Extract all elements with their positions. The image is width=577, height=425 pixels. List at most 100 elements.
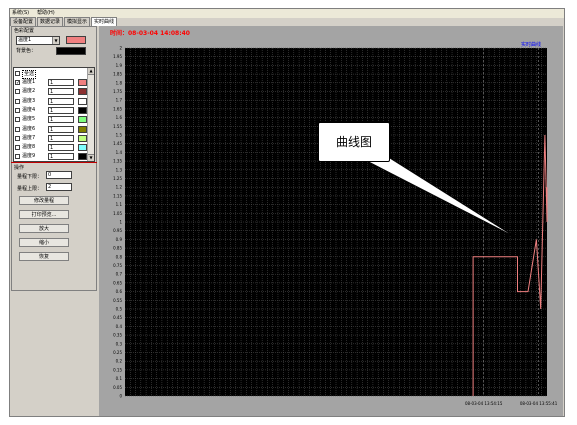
y-tick-label: 0 bbox=[119, 394, 122, 399]
list-item[interactable]: 温度2 1 bbox=[14, 87, 88, 96]
channel-value-input[interactable]: 1 bbox=[48, 134, 74, 142]
x-tick-label: 08-03-04 13:55:41 bbox=[520, 401, 558, 406]
channel-value-input[interactable]: 1 bbox=[48, 97, 74, 105]
menu-help[interactable]: 帮助(H) bbox=[37, 10, 55, 16]
channel-checkbox[interactable] bbox=[15, 117, 20, 123]
channel-name: 温度3 bbox=[22, 97, 36, 104]
channel-select[interactable]: 温度1 ▼ bbox=[16, 36, 60, 45]
list-item[interactable]: 温度7 1 bbox=[14, 134, 88, 143]
channel-name: 温度5 bbox=[22, 116, 36, 123]
list-item[interactable]: 温度4 1 bbox=[14, 106, 88, 115]
channel-name: 温度2 bbox=[22, 88, 36, 95]
channel-checkbox[interactable] bbox=[15, 98, 20, 104]
y-tick-label: 0.05 bbox=[113, 385, 122, 390]
tab-simulation[interactable]: 模拟显示 bbox=[64, 17, 91, 26]
channel-color-swatch[interactable] bbox=[78, 79, 87, 86]
y-tick-label: 1.7 bbox=[116, 98, 123, 103]
list-item[interactable]: ✓ 温度1 1 bbox=[14, 78, 88, 87]
tab-data-record[interactable]: 数据记录 bbox=[37, 17, 64, 26]
channel-checkbox[interactable] bbox=[15, 145, 20, 151]
color-config-title: 色彩配置 bbox=[14, 28, 35, 34]
channel-color-swatch[interactable] bbox=[78, 125, 87, 133]
y-tick-label: 0.7 bbox=[116, 272, 123, 277]
y-tick-label: 0.95 bbox=[113, 228, 122, 233]
channel-checkbox[interactable] bbox=[15, 154, 20, 160]
y-tick-label: 1.75 bbox=[113, 89, 122, 94]
channel-color-swatch[interactable] bbox=[66, 36, 86, 44]
range-max-input[interactable]: 2 bbox=[46, 183, 72, 191]
list-item[interactable]: 温度9 1 bbox=[14, 152, 88, 161]
tab-bar: 设备配置 数据记录 模拟显示 实时曲线 bbox=[10, 17, 118, 26]
restore-button[interactable]: 恢复 bbox=[19, 252, 69, 261]
y-tick-label: 0.25 bbox=[113, 350, 122, 355]
range-min-label: 量程下限： bbox=[17, 174, 43, 180]
y-tick-label: 0.75 bbox=[113, 263, 122, 268]
channel-value-input[interactable]: 1 bbox=[48, 144, 74, 152]
scroll-down-icon[interactable]: ▼ bbox=[88, 154, 94, 161]
range-min-input[interactable]: 0 bbox=[46, 171, 72, 179]
y-tick-label: 0.15 bbox=[113, 367, 122, 372]
channel-value-input[interactable]: 1 bbox=[48, 125, 74, 133]
operations-title: 操作 bbox=[14, 165, 25, 171]
callout-label: 曲线图 bbox=[335, 135, 372, 149]
channel-color-swatch[interactable] bbox=[78, 88, 87, 96]
y-tick-label: 1.95 bbox=[113, 54, 122, 59]
y-tick-label: 1.55 bbox=[113, 124, 122, 129]
channel-color-swatch[interactable] bbox=[78, 153, 87, 161]
channel-name: 温度9 bbox=[22, 153, 36, 160]
list-item[interactable]: 温度6 1 bbox=[14, 125, 88, 134]
y-tick-label: 0.65 bbox=[113, 280, 122, 285]
y-tick-label: 1.05 bbox=[113, 211, 122, 216]
channel-value-input[interactable]: 1 bbox=[48, 106, 74, 114]
y-tick-label: 0.55 bbox=[113, 298, 122, 303]
select-all-checkbox[interactable] bbox=[15, 71, 20, 76]
y-tick-label: 2 bbox=[119, 46, 122, 51]
channel-color-swatch[interactable] bbox=[78, 97, 87, 105]
list-item-select-all[interactable]: 全选 bbox=[14, 69, 88, 79]
channel-list: 全选 ▲ ▼ ✓ 温度1 1 温度2 1 温度3 1 温度4 1 温度5 1 温度6 1 温度7 1 温度8 1… bbox=[13, 67, 95, 162]
channel-value-input[interactable]: 1 bbox=[48, 88, 74, 96]
channel-value-input[interactable]: 1 bbox=[48, 153, 74, 161]
channel-name: 温度8 bbox=[22, 144, 36, 151]
range-max-label: 量程上限： bbox=[17, 186, 43, 192]
zoom-in-button[interactable]: 放大 bbox=[19, 224, 69, 233]
tab-device-config[interactable]: 设备配置 bbox=[10, 17, 37, 26]
menu-system[interactable]: 系统(S) bbox=[12, 10, 29, 16]
channel-select-value: 温度1 bbox=[18, 37, 32, 43]
background-color-swatch[interactable] bbox=[56, 47, 86, 55]
y-tick-label: 1.85 bbox=[113, 72, 122, 77]
tab-realtime-curve[interactable]: 实时曲线 bbox=[91, 17, 118, 26]
y-tick-label: 0.6 bbox=[116, 289, 123, 294]
y-tick-label: 1.35 bbox=[113, 159, 122, 164]
y-tick-label: 1.2 bbox=[116, 185, 123, 190]
channel-name: 温度1 bbox=[22, 79, 36, 85]
list-scrollbar[interactable]: ▲ ▼ bbox=[87, 68, 94, 161]
x-tick-label: 08-03-04 13:54:15 bbox=[465, 401, 503, 406]
y-tick-label: 1.1 bbox=[116, 202, 123, 207]
y-tick-label: 0.4 bbox=[116, 324, 123, 329]
channel-checkbox[interactable] bbox=[15, 135, 20, 141]
channel-color-swatch[interactable] bbox=[78, 106, 87, 114]
channel-color-swatch[interactable] bbox=[78, 144, 87, 152]
channel-value-input[interactable]: 1 bbox=[48, 79, 74, 86]
chevron-down-icon[interactable]: ▼ bbox=[52, 37, 59, 44]
zoom-out-button[interactable]: 缩小 bbox=[19, 238, 69, 247]
modify-range-button[interactable]: 修改量程 bbox=[19, 196, 69, 205]
y-tick-label: 0.45 bbox=[113, 315, 122, 320]
channel-checkbox[interactable] bbox=[15, 89, 20, 95]
list-item[interactable]: 温度5 1 bbox=[14, 115, 88, 124]
y-tick-label: 1.45 bbox=[113, 141, 122, 146]
print-preview-button[interactable]: 打印预览... bbox=[19, 210, 69, 219]
channel-checkbox[interactable]: ✓ bbox=[15, 80, 20, 86]
channel-color-swatch[interactable] bbox=[78, 116, 87, 124]
scroll-up-icon[interactable]: ▲ bbox=[88, 68, 94, 75]
channel-color-swatch[interactable] bbox=[78, 134, 87, 142]
list-item[interactable]: 温度3 1 bbox=[14, 97, 88, 106]
channel-checkbox[interactable] bbox=[15, 107, 20, 113]
y-tick-label: 0.85 bbox=[113, 246, 122, 251]
y-tick-label: 1.65 bbox=[113, 106, 122, 111]
channel-value-input[interactable]: 1 bbox=[48, 116, 74, 124]
y-tick-label: 1 bbox=[119, 220, 122, 225]
list-item[interactable]: 温度8 1 bbox=[14, 143, 88, 152]
channel-checkbox[interactable] bbox=[15, 126, 20, 132]
